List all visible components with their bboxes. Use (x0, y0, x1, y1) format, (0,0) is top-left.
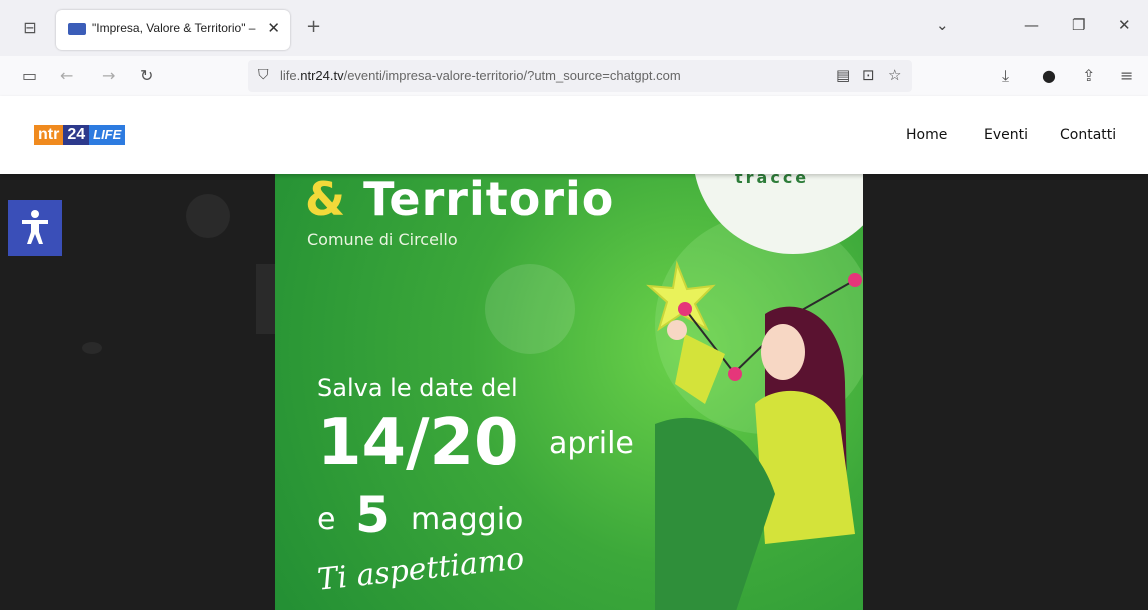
new-tab-icon[interactable]: + (306, 16, 321, 37)
tracce-badge: tracce (735, 174, 810, 187)
account-icon[interactable]: ● (1042, 66, 1056, 85)
girl-illustration (646, 260, 862, 610)
url-text[interactable]: life.ntr24.tv/eventi/impresa-valore-terr… (280, 68, 681, 83)
menu-icon[interactable]: ≡ (1120, 66, 1133, 85)
date-range: 14/20 (317, 406, 519, 480)
event-poster[interactable]: tracce & Territorio Comune di Circello S… (275, 174, 863, 610)
tab-title: "Impresa, Valore & Territorio" – (92, 21, 256, 35)
extensions-icon[interactable]: ⇪ (1082, 66, 1095, 85)
nav-home[interactable]: Home (906, 127, 947, 143)
tab-overflow-chevron-icon[interactable]: ⌄ (936, 16, 949, 34)
save-date-line: Salva le date del (317, 374, 518, 402)
back-icon[interactable]: ← (60, 66, 73, 85)
browser-tabbar: ⊟ "Impresa, Valore & Territorio" – ✕ + ⌄… (0, 0, 1148, 56)
poster-subtitle: Comune di Circello (307, 230, 458, 249)
restore-icon[interactable]: ❐ (1072, 16, 1085, 34)
sidebar-toggle-icon[interactable]: ▭ (22, 66, 37, 85)
close-tab-icon[interactable]: ✕ (267, 19, 280, 37)
day-five: 5 (355, 486, 390, 544)
nav-eventi[interactable]: Eventi (984, 127, 1028, 143)
poster-title: & Territorio (305, 174, 615, 226)
site-favicon-icon (68, 23, 86, 35)
downloads-icon[interactable]: ⤓ (1002, 66, 1009, 86)
reader-view-icon[interactable]: ▤ (836, 66, 850, 84)
browser-tab[interactable]: "Impresa, Valore & Territorio" – ✕ (56, 10, 290, 50)
minimize-icon[interactable]: — (1024, 16, 1039, 34)
address-bar[interactable]: ⛉ life.ntr24.tv/eventi/impresa-valore-te… (248, 60, 912, 92)
nav-contatti[interactable]: Contatti (1060, 127, 1116, 143)
close-window-icon[interactable]: ✕ (1118, 16, 1131, 34)
poster-deco-pie (485, 264, 575, 354)
browser-navbar: ▭ ← → ↻ ⛉ life.ntr24.tv/eventi/impresa-v… (0, 56, 1148, 96)
dim-dot (82, 342, 102, 354)
save-to-pocket-icon[interactable]: ⊡ (862, 66, 875, 84)
bookmark-star-icon[interactable]: ☆ (888, 66, 901, 84)
site-logo[interactable]: ntr 24 LIFE (34, 125, 126, 145)
tab-list-icon[interactable]: ⊟ (20, 18, 40, 38)
closing-script: Ti aspettiamo (315, 541, 526, 598)
tracking-shield-icon[interactable]: ⛉ (258, 67, 269, 83)
forward-icon[interactable]: → (102, 66, 115, 85)
reload-icon[interactable]: ↻ (140, 66, 153, 85)
conjunction: e (317, 502, 336, 537)
dim-avatar (186, 194, 230, 238)
dim-block (256, 264, 276, 334)
accessibility-icon (22, 210, 48, 244)
site-header: ntr 24 LIFE Home Eventi Contatti (0, 96, 1148, 174)
accessibility-button[interactable] (8, 200, 62, 256)
month-maggio: maggio (411, 502, 524, 537)
